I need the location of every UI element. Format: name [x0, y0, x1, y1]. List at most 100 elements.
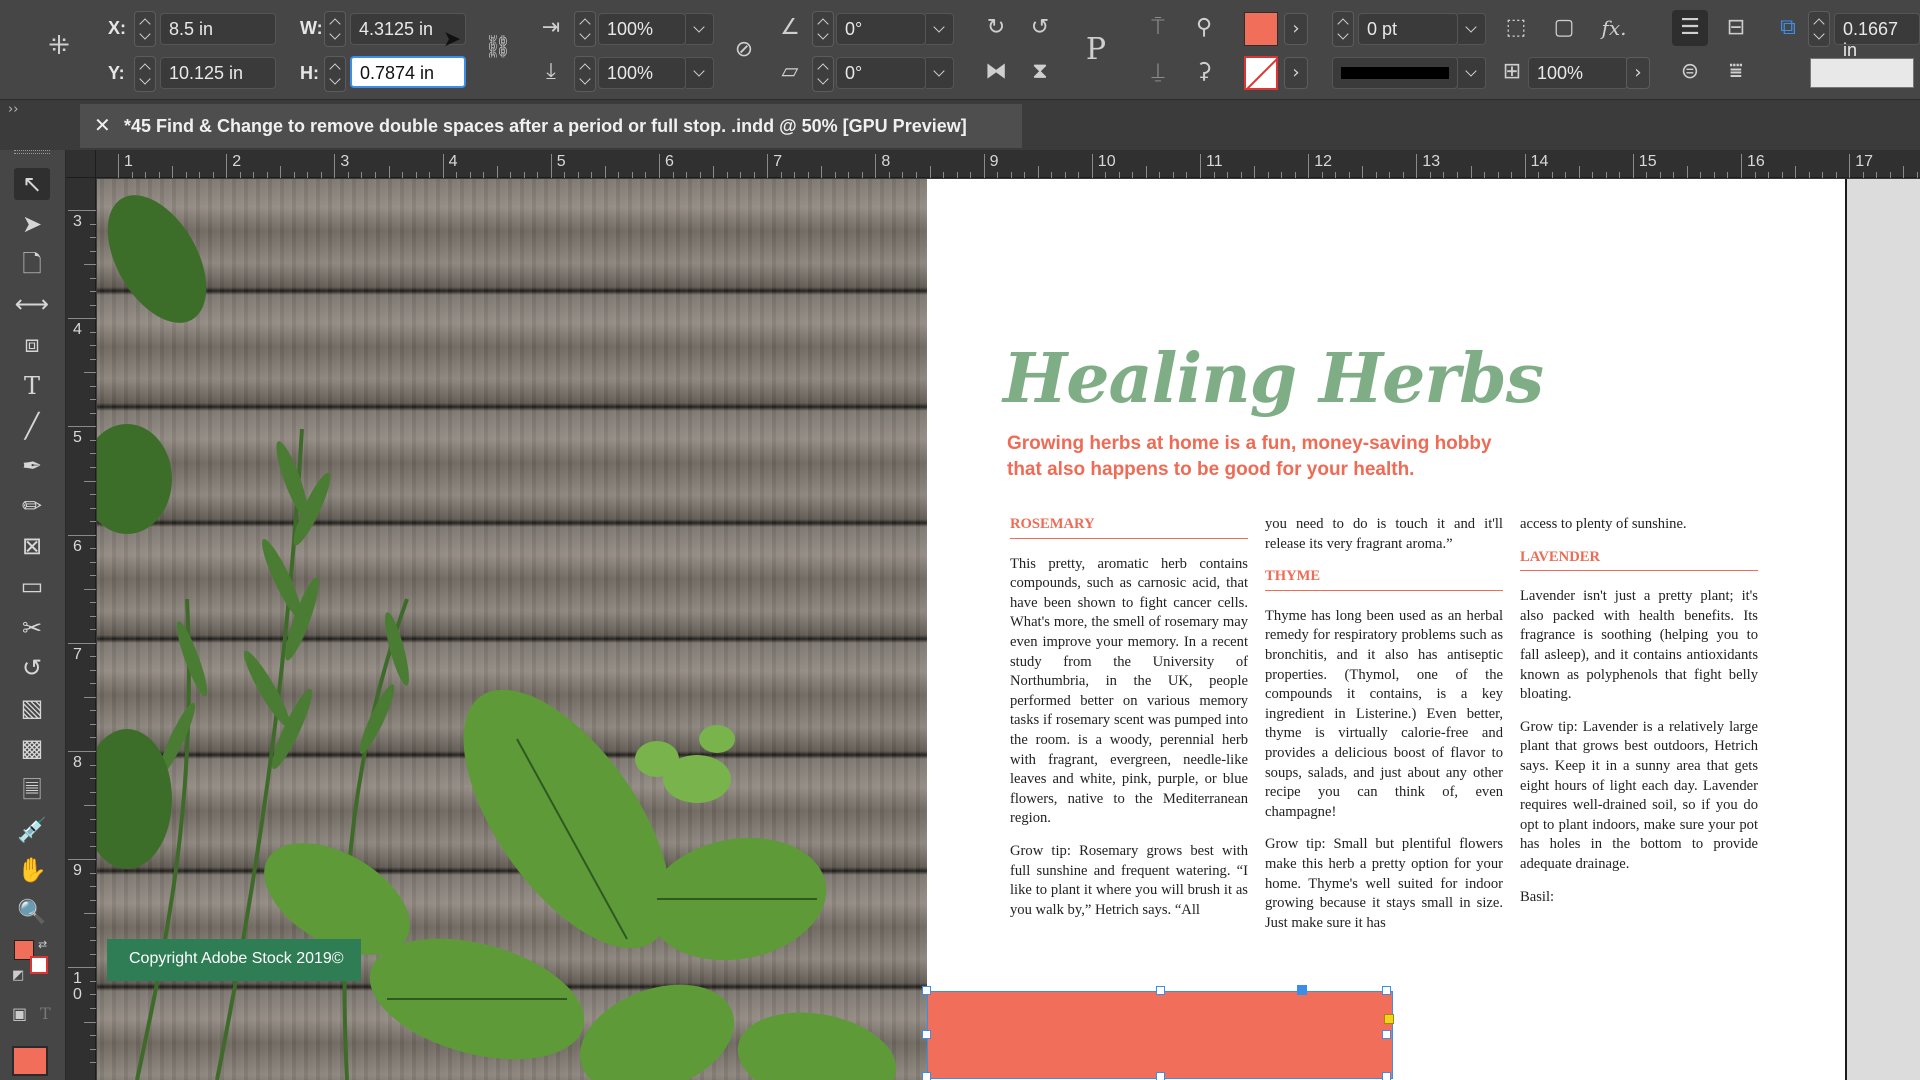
handle-bottom-left[interactable] [922, 1072, 931, 1080]
rotate-dropdown[interactable] [926, 13, 954, 45]
page-tool-icon[interactable]: 🗋 [14, 248, 50, 280]
out-port-handle[interactable] [1384, 1014, 1394, 1024]
text-column-2[interactable]: you need to do is touch it and it'll rel… [1265, 515, 1503, 946]
hand-tool-icon[interactable]: ✋ [14, 854, 50, 886]
scale-y-stepper[interactable] [574, 56, 596, 92]
close-tab-icon[interactable]: ✕ [94, 113, 111, 137]
scissors-tool-icon[interactable]: ✂ [14, 612, 50, 644]
pasteboard[interactable] [1845, 179, 1920, 1080]
type-tool-icon[interactable]: T [14, 370, 50, 402]
apply-color-button[interactable] [12, 1046, 48, 1076]
formatting-text-icon[interactable]: T [40, 1004, 51, 1023]
zoom-tool-icon[interactable]: 🔍 [14, 896, 50, 928]
vertical-ruler[interactable]: 3 4 5 6 7 8 9 1 0 [66, 178, 96, 1080]
content-grabber-handle[interactable] [1297, 985, 1307, 995]
wrap-offset-stepper[interactable] [1808, 11, 1830, 47]
direct-selection-tool-icon[interactable]: ➤ [14, 208, 50, 240]
h-stepper[interactable] [324, 56, 346, 92]
align-center-icon[interactable]: ⍊ [1144, 58, 1172, 86]
copyright-caption[interactable]: Copyright Adobe Stock 2019© [107, 939, 361, 981]
tools-panel-grip[interactable] [14, 150, 50, 154]
fill-swatch[interactable] [1244, 12, 1278, 46]
gradient-feather-tool-icon[interactable]: ▩ [14, 732, 50, 764]
drop-shadow-icon[interactable]: ⬚ [1502, 14, 1530, 42]
free-transform-tool-icon[interactable]: ↺ [14, 652, 50, 684]
selected-rectangle[interactable] [922, 985, 1394, 1080]
handle-top-right[interactable] [1382, 986, 1391, 995]
text-wrap-jump-icon[interactable]: ⩸ [1722, 58, 1750, 86]
stroke-swatch-none[interactable] [1244, 56, 1278, 90]
swap-colors-icon[interactable]: ⇄ [38, 938, 47, 951]
shear-dropdown[interactable] [926, 57, 954, 89]
article-title[interactable]: Healing Herbs [1003, 339, 1544, 419]
line-tool-icon[interactable]: ╱ [14, 410, 50, 442]
selection-tool-icon[interactable]: ↖ [14, 168, 50, 200]
handle-top-left[interactable] [922, 986, 931, 995]
shear-field[interactable]: 0° [836, 57, 926, 89]
y-stepper[interactable] [134, 56, 156, 92]
panel-collapse-icon[interactable]: ›› [8, 102, 18, 117]
x-field[interactable]: 8.5 in [160, 13, 276, 45]
pen-tool-icon[interactable]: ✒ [14, 450, 50, 482]
eyedropper-tool-icon[interactable]: 💉 [14, 814, 50, 846]
rotate-field[interactable]: 0° [836, 13, 926, 45]
frame-fitting-icon[interactable]: ▢ [1550, 14, 1578, 42]
y-field[interactable]: 10.125 in [160, 57, 276, 89]
x-stepper[interactable] [134, 11, 156, 47]
gradient-swatch-tool-icon[interactable]: ▧ [14, 692, 50, 724]
pencil-tool-icon[interactable]: ✏ [14, 490, 50, 522]
horizontal-ruler[interactable]: 1 2 3 4 5 6 7 8 9 10 11 12 13 14 15 16 17 [66, 150, 1920, 178]
link-scale-icon[interactable]: ⊘ [730, 36, 758, 64]
rotate-stepper[interactable] [812, 11, 834, 47]
shear-stepper[interactable] [812, 56, 834, 92]
scale-x-dropdown[interactable] [686, 13, 714, 45]
text-wrap-bounding-icon[interactable]: ⊟ [1722, 14, 1750, 42]
stroke-color-proxy[interactable] [30, 956, 48, 974]
document-tab[interactable]: ✕ *45 Find & Change to remove double spa… [80, 104, 1022, 148]
opacity-menu-button[interactable]: › [1626, 57, 1650, 89]
article-subtitle[interactable]: Growing herbs at home is a fun, money-sa… [1007, 431, 1527, 483]
formatting-container-icon[interactable]: ▣ [12, 1004, 27, 1023]
stroke-type-field[interactable] [1332, 57, 1458, 89]
align-top-icon[interactable]: ⍑ [1144, 14, 1172, 42]
opacity-field[interactable]: 100% [1528, 57, 1628, 89]
document-page[interactable]: Healing Herbs Growing herbs at home is a… [927, 179, 1845, 1080]
scale-y-field[interactable]: 100% [598, 57, 686, 89]
content-collector-icon[interactable]: ⧈ [14, 328, 50, 360]
reference-point-icon[interactable]: ⁜ [42, 32, 76, 66]
rectangle-tool-icon[interactable]: ▭ [14, 570, 50, 602]
stroke-type-dropdown[interactable] [1458, 57, 1486, 89]
handle-top-middle[interactable] [1156, 986, 1165, 995]
text-wrap-none-button[interactable]: ☰ [1672, 10, 1708, 46]
w-stepper[interactable] [324, 11, 346, 47]
rotate-clockwise-icon[interactable]: ↻ [982, 14, 1010, 42]
default-colors-icon[interactable]: ◩ [12, 968, 24, 983]
wrap-offset-field[interactable]: 0.1667 in [1834, 13, 1920, 60]
stroke-weight-stepper[interactable] [1332, 11, 1354, 47]
note-tool-icon[interactable]: 🗏 [14, 774, 50, 806]
handle-middle-right[interactable] [1382, 1030, 1391, 1039]
handle-bottom-middle[interactable] [1156, 1072, 1165, 1080]
handle-bottom-right[interactable] [1382, 1072, 1391, 1080]
document-canvas[interactable]: Copyright Adobe Stock 2019© Healing Herb… [97, 179, 1920, 1080]
wrap-contour-field[interactable] [1810, 58, 1914, 88]
handle-middle-left[interactable] [922, 1030, 931, 1039]
h-field[interactable]: 0.7874 in [350, 56, 466, 88]
stroke-weight-field[interactable]: 0 pt [1358, 13, 1458, 45]
text-column-1[interactable]: ROSEMARY This pretty, aromatic herb cont… [1010, 515, 1248, 933]
herbs-photo[interactable]: Copyright Adobe Stock 2019© [97, 179, 927, 1080]
distribute-vertical-icon[interactable]: ⚳ [1190, 58, 1218, 86]
ruler-origin[interactable] [66, 150, 96, 178]
scale-y-dropdown[interactable] [686, 57, 714, 89]
flip-horizontal-icon[interactable]: ⧓ [982, 58, 1010, 86]
scale-x-stepper[interactable] [574, 11, 596, 47]
flip-vertical-icon[interactable]: ⧗ [1026, 58, 1054, 86]
fill-swatch-menu-button[interactable]: › [1284, 13, 1308, 45]
text-column-3[interactable]: access to plenty of sunshine. LAVENDER L… [1520, 515, 1758, 920]
stroke-weight-dropdown[interactable] [1458, 13, 1486, 45]
rotate-counterclockwise-icon[interactable]: ↺ [1026, 14, 1054, 42]
gap-tool-icon[interactable]: ⟷ [14, 288, 50, 320]
text-wrap-shape-icon[interactable]: ⊜ [1676, 58, 1704, 86]
scale-x-field[interactable]: 100% [598, 13, 686, 45]
effects-fx-icon[interactable]: fx. [1600, 14, 1628, 42]
